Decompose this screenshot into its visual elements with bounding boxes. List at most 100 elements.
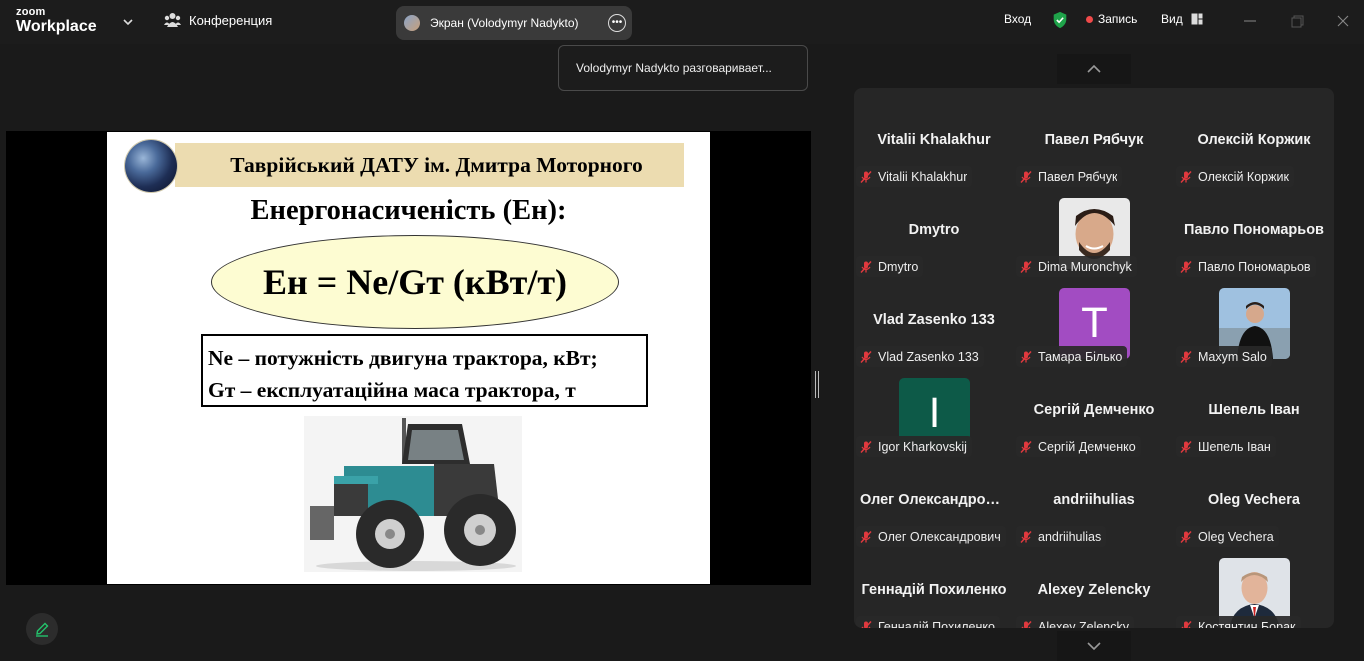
muted-mic-icon: [860, 260, 872, 273]
participant-name: Сергій Демченко: [1038, 439, 1136, 454]
participant-tile[interactable]: Oleg Vechera Oleg Vechera: [1174, 458, 1334, 548]
participant-tile[interactable]: Павел Рябчук Павел Рябчук: [1014, 98, 1174, 188]
participant-name: Олексій Коржик: [1198, 169, 1289, 184]
participant-tile[interactable]: Сергій Демченко Сергій Демченко: [1014, 368, 1174, 458]
chevron-down-icon[interactable]: [121, 15, 135, 29]
muted-mic-icon: [1180, 440, 1192, 453]
slide-title: Енергонасиченість (Ен):: [250, 195, 567, 226]
muted-mic-icon: [1020, 530, 1032, 543]
shield-icon[interactable]: [1051, 11, 1069, 29]
participant-name: andriihulias: [1038, 529, 1102, 544]
participant-tile[interactable]: Dmytro Dmytro: [854, 188, 1014, 278]
meeting-label: Конференция: [189, 12, 273, 28]
gallery-scroll-up[interactable]: [1057, 54, 1131, 84]
conference-icon: [164, 13, 181, 27]
participant-tile[interactable]: T Тамара Білько: [1014, 278, 1174, 368]
participant-label: Олег Олександрович: [856, 526, 1006, 547]
chevron-down-icon: [1087, 642, 1101, 651]
meeting-button[interactable]: Конференция: [164, 12, 272, 28]
participant-label: Igor Kharkovskij: [856, 436, 972, 457]
screen-share-indicator[interactable]: Экран (Volodymyr Nadykto) •••: [396, 6, 632, 40]
participant-name: Maxym Salo: [1198, 349, 1267, 364]
participant-name-display: Олексій Коржик: [1197, 132, 1311, 148]
participant-label: Павло Пономарьов: [1176, 256, 1316, 277]
muted-mic-icon: [1181, 620, 1192, 628]
slide-banner: Таврійський ДАТУ ім. Дмитра Моторного: [175, 143, 684, 187]
participant-name: Alexey Zelencky: [1038, 619, 1130, 629]
gallery-scroll-down[interactable]: [1057, 631, 1131, 661]
participant-name: Павло Пономарьов: [1198, 259, 1311, 274]
participant-label: Dmytro: [856, 256, 924, 277]
annotate-button[interactable]: [26, 613, 58, 645]
muted-mic-icon: [860, 350, 872, 363]
participant-tile[interactable]: Олег Олександрович Олег Олександрович: [854, 458, 1014, 548]
participant-tile[interactable]: Костянтин Борак: [1174, 548, 1334, 628]
participant-tile[interactable]: I Igor Kharkovskij: [854, 368, 1014, 458]
participant-tile[interactable]: Олексій Коржик Олексій Коржик: [1174, 98, 1334, 188]
participant-label: Геннадій Похиленко: [856, 616, 1000, 628]
close-icon[interactable]: [1334, 12, 1352, 30]
participant-label: Vitalii Khalakhur: [856, 166, 973, 187]
muted-mic-icon: [1021, 620, 1032, 628]
split-handle[interactable]: [815, 371, 819, 398]
participant-name-display: Oleg Vechera: [1208, 492, 1300, 508]
login-button[interactable]: Вход: [1004, 12, 1031, 26]
participant-tile[interactable]: Vitalii Khalakhur Vitalii Khalakhur: [854, 98, 1014, 188]
participant-label: Alexey Zelencky: [1016, 616, 1135, 629]
formula-ellipse: Ен = Ne/Gт (кВт/т): [211, 235, 619, 329]
record-button[interactable]: Запись: [1086, 12, 1137, 26]
view-button[interactable]: Вид: [1161, 12, 1203, 26]
participant-name: Vitalii Khalakhur: [878, 169, 968, 184]
participant-tile[interactable]: Шепель Іван Шепель Іван: [1174, 368, 1334, 458]
definition-gt: Gт – експлуатаційна маса трактора, т: [208, 378, 576, 402]
muted-mic-icon: [1180, 530, 1192, 543]
share-label: Экран (Volodymyr Nadykto): [430, 16, 579, 30]
participant-name: Igor Kharkovskij: [878, 439, 967, 454]
participant-tile[interactable]: andriihulias andriihulias: [1014, 458, 1174, 548]
participant-name-display: Олег Олександрович: [860, 492, 1012, 508]
globe-logo: [125, 140, 177, 192]
muted-mic-icon: [1180, 170, 1192, 183]
banner-text: Таврійський ДАТУ ім. Дмитра Моторного: [230, 152, 643, 177]
participant-name-display: andriihulias: [1053, 492, 1135, 508]
participant-name-display: Шепель Іван: [1208, 402, 1300, 418]
participant-label: Тамара Білько: [1016, 346, 1128, 367]
participant-label: Vlad Zasenko 133: [856, 346, 984, 367]
minimize-icon[interactable]: [1241, 12, 1259, 30]
chevron-up-icon: [1087, 64, 1101, 73]
participant-name: Олег Олександрович: [878, 529, 1001, 544]
participant-tile[interactable]: Maxym Salo: [1174, 278, 1334, 368]
participant-tile[interactable]: Павло Пономарьов Павло Пономарьов: [1174, 188, 1334, 278]
shared-screen: Таврійський ДАТУ ім. Дмитра Моторного Ен…: [6, 131, 811, 585]
participant-label: Костянтин Борак: [1176, 616, 1301, 628]
participant-name-display: Павло Пономарьов: [1184, 222, 1324, 238]
record-dot-icon: [1086, 15, 1093, 23]
zoom-logo: zoom Workplace: [16, 7, 97, 35]
participant-name-display: Vlad Zasenko 133: [873, 312, 995, 328]
participant-label: Павел Рябчук: [1016, 166, 1123, 187]
muted-mic-icon: [860, 530, 872, 543]
participant-name: Dima Muronchyk: [1038, 259, 1132, 274]
participant-label: Oleg Vechera: [1176, 526, 1279, 547]
sharer-avatar: [404, 15, 420, 31]
participant-name-display: Павел Рябчук: [1044, 132, 1144, 148]
participant-name-display: Dmytro: [908, 222, 960, 238]
more-icon[interactable]: •••: [608, 14, 626, 32]
record-label: Запись: [1098, 12, 1138, 26]
participant-tile[interactable]: Dima Muronchyk: [1014, 188, 1174, 278]
muted-mic-icon: [860, 170, 872, 183]
participant-name: Vlad Zasenko 133: [878, 349, 979, 364]
muted-mic-icon: [1020, 170, 1032, 183]
participant-tile[interactable]: Alexey Zelencky Alexey Zelencky: [1014, 548, 1174, 628]
presentation-slide: Таврійський ДАТУ ім. Дмитра Моторного Ен…: [107, 132, 710, 584]
participant-name-display: Сергій Демченко: [1033, 402, 1155, 418]
participant-name: Геннадій Похиленко: [878, 619, 995, 629]
participant-tile[interactable]: Vlad Zasenko 133 Vlad Zasenko 133: [854, 278, 1014, 368]
participant-name-display: Alexey Zelencky: [1037, 582, 1151, 598]
muted-mic-icon: [1180, 350, 1192, 363]
definitions-box: Ne – потужність двигуна трактора, кВт; G…: [201, 334, 648, 407]
participant-tile[interactable]: Геннадій Похиленко Геннадій Похиленко: [854, 548, 1014, 628]
logo-line1: zoom: [16, 6, 46, 18]
restore-icon[interactable]: [1288, 12, 1306, 30]
participant-label: Олексій Коржик: [1176, 166, 1294, 187]
